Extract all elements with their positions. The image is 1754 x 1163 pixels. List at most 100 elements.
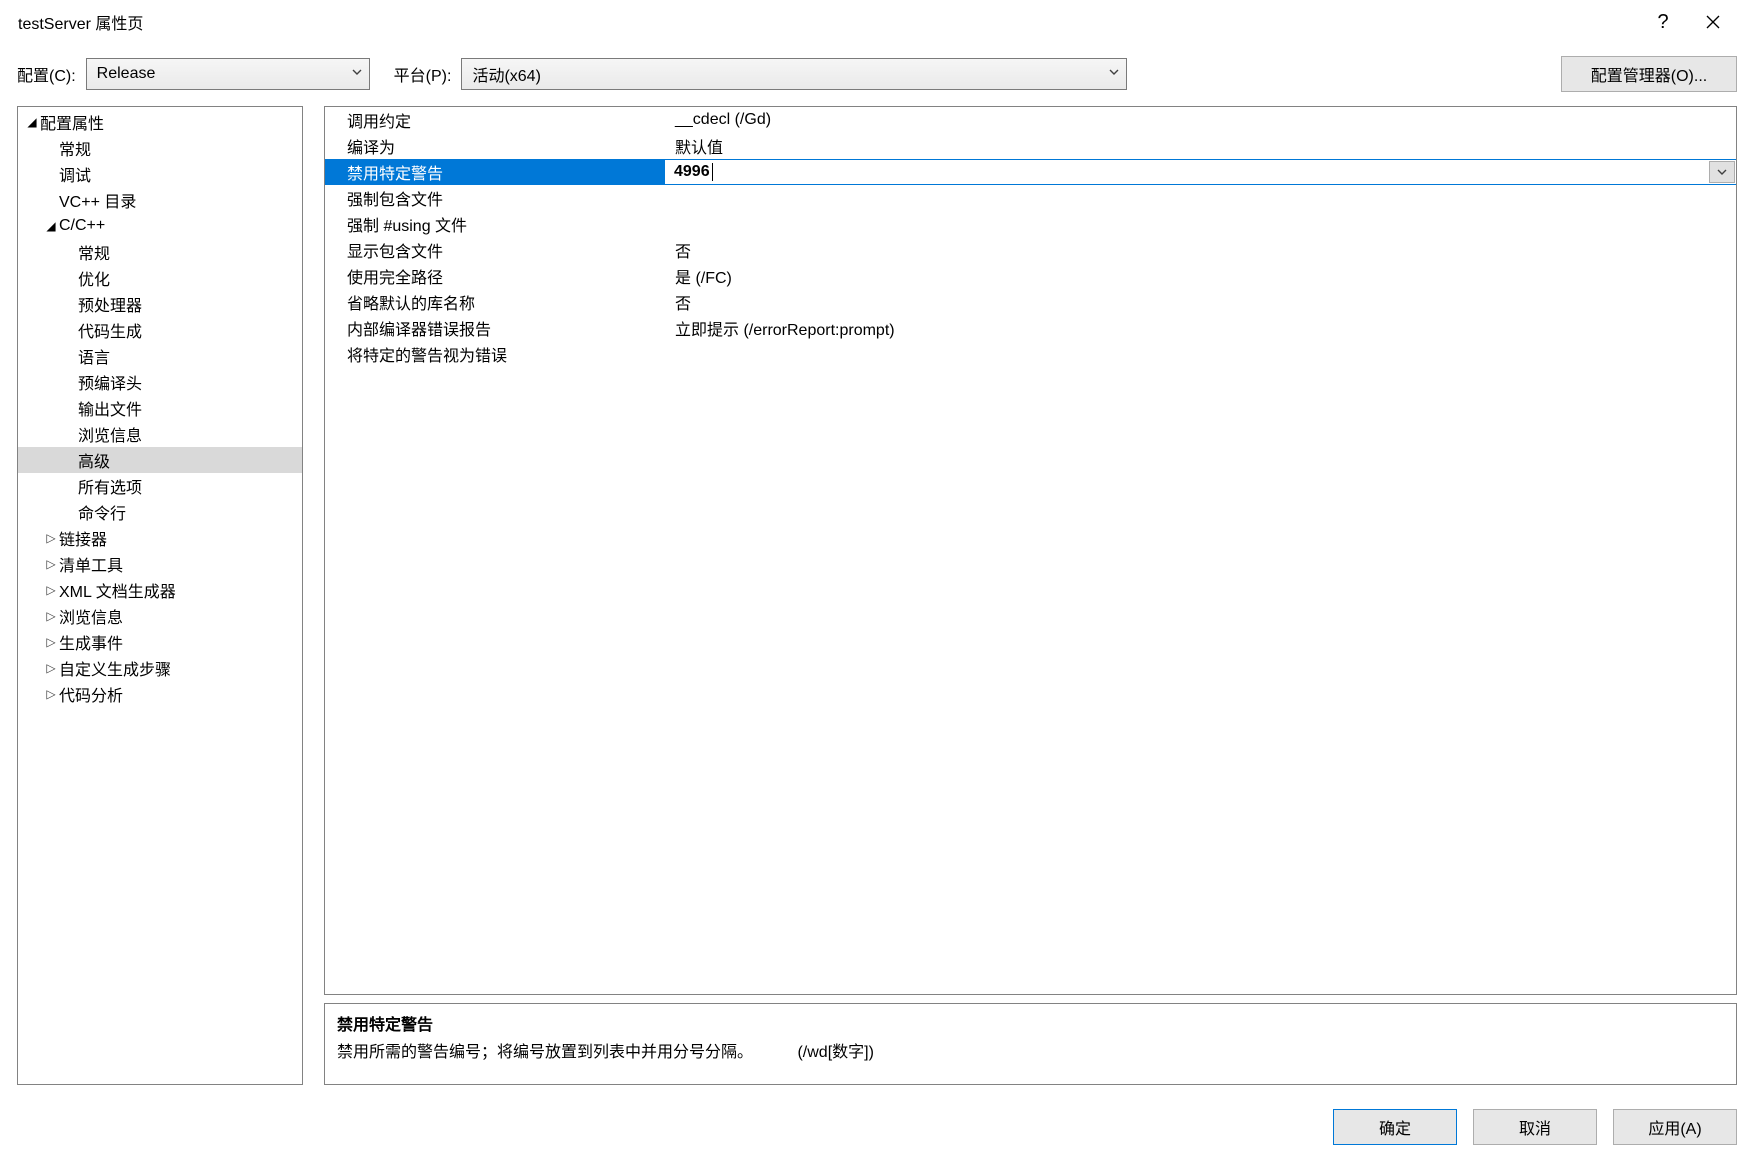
prop-row-force-using[interactable]: 强制 #using 文件: [325, 211, 1736, 237]
prop-value[interactable]: [665, 185, 1736, 211]
tree-label: 浏览信息: [78, 422, 142, 446]
prop-label: 将特定的警告视为错误: [325, 341, 665, 367]
prop-row-warn-as-error[interactable]: 将特定的警告视为错误: [325, 341, 1736, 367]
cancel-button[interactable]: 取消: [1473, 1109, 1597, 1145]
tree-label: XML 文档生成器: [59, 578, 176, 602]
tree-item-cpp-cmdline[interactable]: 命令行: [18, 499, 302, 525]
tree-item-cpp-codegen[interactable]: 代码生成: [18, 317, 302, 343]
tree-item-cpp-preproc[interactable]: 预处理器: [18, 291, 302, 317]
collapse-icon: ▷: [43, 609, 59, 623]
prop-label: 禁用特定警告: [325, 159, 665, 185]
prop-value[interactable]: 立即提示 (/errorReport:prompt): [665, 315, 1736, 341]
apply-label: 应用(A): [1648, 1115, 1701, 1139]
tree-label: 清单工具: [59, 552, 123, 576]
expand-icon: ◢: [43, 219, 59, 233]
prop-row-compile-as[interactable]: 编译为 默认值: [325, 133, 1736, 159]
prop-row-calling-convention[interactable]: 调用约定 __cdecl (/Gd): [325, 107, 1736, 133]
platform-label: 平台(P):: [394, 62, 452, 86]
expand-icon: ◢: [24, 115, 40, 129]
tree-item-linker[interactable]: ▷链接器: [18, 525, 302, 551]
tree-label: 预编译头: [78, 370, 142, 394]
tree-item-cpp-allopts[interactable]: 所有选项: [18, 473, 302, 499]
property-grid: 调用约定 __cdecl (/Gd) 编译为 默认值 禁用特定警告 4996: [324, 106, 1737, 995]
tree-label: 生成事件: [59, 630, 123, 654]
config-label: 配置(C):: [17, 62, 76, 86]
tree-item-cpp-outfiles[interactable]: 输出文件: [18, 395, 302, 421]
tree-label: 代码生成: [78, 318, 142, 342]
prop-row-full-paths[interactable]: 使用完全路径 是 (/FC): [325, 263, 1736, 289]
prop-value[interactable]: [665, 211, 1736, 237]
tree-item-debug[interactable]: 调试: [18, 161, 302, 187]
tree-item-cpp[interactable]: ◢C/C++: [18, 213, 302, 239]
prop-value[interactable]: 是 (/FC): [665, 263, 1736, 289]
prop-label: 省略默认的库名称: [325, 289, 665, 315]
close-button[interactable]: [1688, 0, 1738, 44]
platform-select[interactable]: 活动(x64): [461, 58, 1127, 90]
collapse-icon: ▷: [43, 635, 59, 649]
tree-root-config-props[interactable]: ◢ 配置属性: [18, 109, 302, 135]
help-button[interactable]: ?: [1638, 0, 1688, 44]
prop-row-disable-warnings[interactable]: 禁用特定警告 4996: [325, 159, 1736, 185]
tree-label: C/C++: [59, 217, 105, 235]
tree-label: 常规: [78, 240, 110, 264]
tree-label: 配置属性: [40, 110, 104, 134]
chevron-down-icon: [1108, 65, 1120, 83]
tree-item-codeanalysis[interactable]: ▷代码分析: [18, 681, 302, 707]
tree-item-vcdirs[interactable]: VC++ 目录: [18, 187, 302, 213]
tree-item-cpp-general[interactable]: 常规: [18, 239, 302, 265]
tree-item-xmldoc[interactable]: ▷XML 文档生成器: [18, 577, 302, 603]
ok-label: 确定: [1379, 1115, 1411, 1139]
prop-row-error-report[interactable]: 内部编译器错误报告 立即提示 (/errorReport:prompt): [325, 315, 1736, 341]
config-value: Release: [97, 65, 156, 83]
prop-label: 显示包含文件: [325, 237, 665, 263]
prop-label: 强制 #using 文件: [325, 211, 665, 237]
prop-value[interactable]: 否: [665, 289, 1736, 315]
cancel-label: 取消: [1519, 1115, 1551, 1139]
tree-item-cpp-pch[interactable]: 预编译头: [18, 369, 302, 395]
prop-row-force-include[interactable]: 强制包含文件: [325, 185, 1736, 211]
description-pane: 禁用特定警告 禁用所需的警告编号；将编号放置到列表中并用分号分隔。 (/wd[数…: [324, 1003, 1737, 1085]
dropdown-button[interactable]: [1709, 161, 1735, 183]
tree-label: 浏览信息: [59, 604, 123, 628]
prop-row-omit-defaultlib[interactable]: 省略默认的库名称 否: [325, 289, 1736, 315]
tree-label: 链接器: [59, 526, 107, 550]
prop-label: 调用约定: [325, 107, 665, 133]
tree-item-buildevents[interactable]: ▷生成事件: [18, 629, 302, 655]
tree-label: 常规: [59, 136, 91, 160]
tree-item-cpp-browse[interactable]: 浏览信息: [18, 421, 302, 447]
platform-value: 活动(x64): [472, 62, 540, 86]
prop-value[interactable]: 默认值: [665, 133, 1736, 159]
config-toolbar: 配置(C): Release 平台(P): 活动(x64) 配置管理器(O)..…: [17, 56, 1737, 92]
category-tree[interactable]: ◢ 配置属性 常规 调试 VC++ 目录 ◢C/C++ 常规 优化 预处理器 代…: [17, 106, 303, 1085]
prop-value[interactable]: __cdecl (/Gd): [665, 107, 1736, 133]
tree-item-cpp-advanced[interactable]: 高级: [18, 447, 302, 473]
tree-label: 调试: [59, 162, 91, 186]
tree-item-cpp-lang[interactable]: 语言: [18, 343, 302, 369]
config-manager-label: 配置管理器(O)...: [1591, 62, 1707, 86]
tree-item-custom[interactable]: ▷自定义生成步骤: [18, 655, 302, 681]
prop-value-editing[interactable]: 4996: [665, 159, 1736, 185]
tree-label: 输出文件: [78, 396, 142, 420]
tree-label: 优化: [78, 266, 110, 290]
titlebar: testServer 属性页 ?: [0, 0, 1754, 44]
apply-button[interactable]: 应用(A): [1613, 1109, 1737, 1145]
prop-label: 内部编译器错误报告: [325, 315, 665, 341]
tree-item-general[interactable]: 常规: [18, 135, 302, 161]
prop-label: 强制包含文件: [325, 185, 665, 211]
ok-button[interactable]: 确定: [1333, 1109, 1457, 1145]
tree-label: 所有选项: [78, 474, 142, 498]
config-select[interactable]: Release: [86, 58, 370, 90]
prop-row-show-includes[interactable]: 显示包含文件 否: [325, 237, 1736, 263]
prop-value-text: 4996: [674, 163, 710, 181]
prop-value[interactable]: 否: [665, 237, 1736, 263]
tree-item-browseinfo[interactable]: ▷浏览信息: [18, 603, 302, 629]
collapse-icon: ▷: [43, 687, 59, 701]
tree-item-manifest[interactable]: ▷清单工具: [18, 551, 302, 577]
tree-item-cpp-opt[interactable]: 优化: [18, 265, 302, 291]
tree-label: 自定义生成步骤: [59, 656, 171, 680]
chevron-down-icon: [351, 65, 363, 83]
prop-value[interactable]: [665, 341, 1736, 367]
dialog-button-row: 确定 取消 应用(A): [0, 1095, 1754, 1163]
prop-label: 使用完全路径: [325, 263, 665, 289]
config-manager-button[interactable]: 配置管理器(O)...: [1561, 56, 1737, 92]
